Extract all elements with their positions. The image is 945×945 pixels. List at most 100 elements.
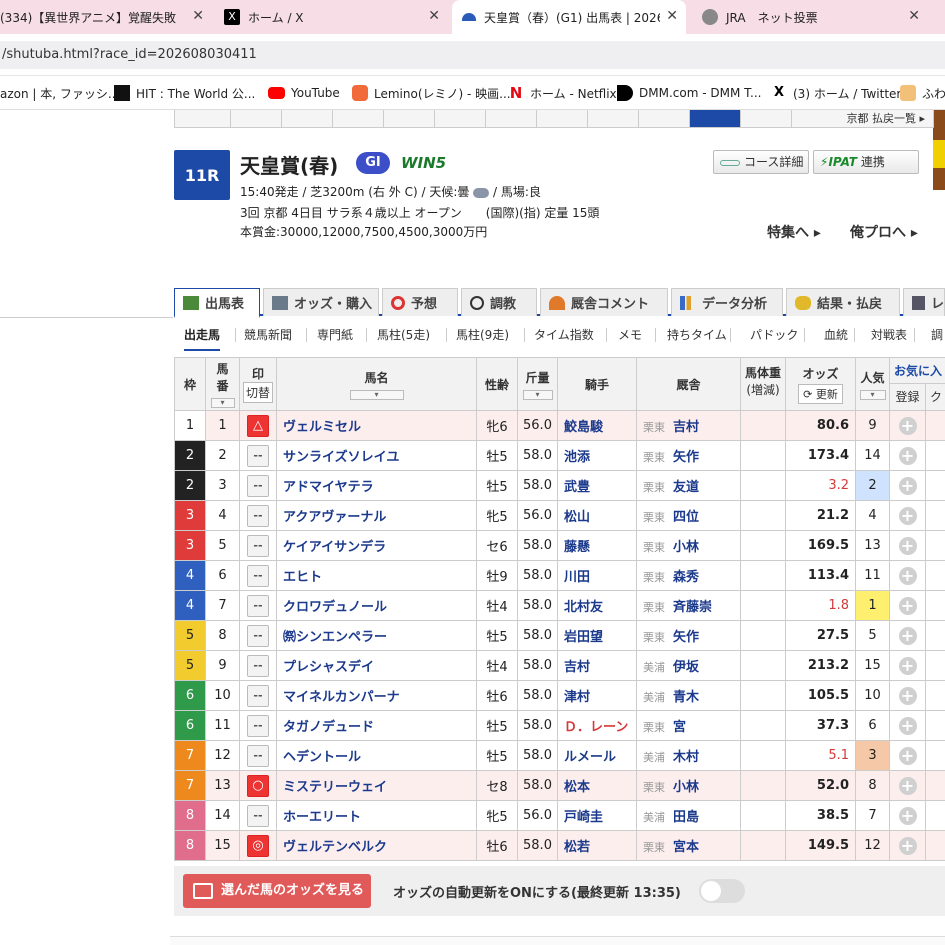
browser-tab-jra[interactable]: JRA ネット投票 ✕ <box>690 0 928 34</box>
browser-tab-netkeiba[interactable]: 天皇賞（春）(G1) 出馬表 | 2026 ✕ <box>452 0 686 34</box>
subtab-umabashira9[interactable]: 馬柱(9走) <box>456 326 509 343</box>
race-cell[interactable] <box>486 110 537 127</box>
trainer-link[interactable]: 伊坂 <box>673 660 699 675</box>
mark-button[interactable]: ◎ <box>247 834 269 857</box>
race-cell[interactable] <box>588 110 639 127</box>
horse-name-link[interactable]: プレシャスデイ <box>276 650 477 681</box>
trainer-link[interactable]: 田島 <box>673 810 699 825</box>
add-favorite-icon[interactable]: + <box>898 506 917 525</box>
horse-name-link[interactable]: アクアヴァーナル <box>276 500 477 531</box>
close-icon[interactable]: ✕ <box>192 8 204 24</box>
payout-list-link[interactable]: 京都 払戻一覧 ▸ <box>846 110 925 126</box>
jockey-link[interactable]: Ｄ．レーン <box>557 710 637 741</box>
race-cell[interactable] <box>333 110 384 127</box>
tab-result[interactable]: 結果・払戻 <box>786 288 900 316</box>
mark-button[interactable]: -- <box>247 714 269 737</box>
race-cell[interactable] <box>282 110 333 127</box>
trainer-link[interactable]: 木村 <box>673 750 699 765</box>
subtab-time-index[interactable]: タイム指数 <box>534 326 594 343</box>
jockey-link[interactable]: 藤懸 <box>557 530 637 561</box>
race-cell[interactable] <box>741 110 792 127</box>
add-favorite-icon[interactable]: + <box>898 446 917 465</box>
sort-chevron-icon[interactable]: ▾ <box>522 389 553 400</box>
selected-odds-button[interactable]: 選んだ馬のオッズを見る <box>183 874 371 908</box>
jockey-link[interactable]: 岩田望 <box>557 620 637 651</box>
subtab-shinbun[interactable]: 競馬新聞 <box>244 326 292 343</box>
bookmark-lemino[interactable]: Lemino(レミノ) - 映画... <box>352 84 511 102</box>
browser-tab-youtube[interactable]: (334)【異世界アニメ】覚醒失敗 ✕ <box>0 0 212 34</box>
odds-update-button[interactable]: ⟳ 更新 <box>798 383 843 404</box>
bookmark-netflix[interactable]: N ホーム - Netflix <box>508 84 617 102</box>
add-favorite-icon[interactable]: + <box>898 806 917 825</box>
address-input[interactable]: /shutuba.html?race_id=202608030411 <box>0 41 945 69</box>
subtab-umabashira5[interactable]: 馬柱(5走) <box>377 326 430 343</box>
mark-button[interactable]: -- <box>247 474 269 497</box>
jockey-link[interactable]: 川田 <box>557 560 637 591</box>
bookmark-dmm[interactable]: DMM.com - DMM T... <box>617 84 761 102</box>
mark-button[interactable]: △ <box>247 414 269 437</box>
trainer-link[interactable]: 矢作 <box>673 630 699 645</box>
mark-button[interactable]: -- <box>247 444 269 467</box>
mark-button[interactable]: -- <box>247 804 269 827</box>
jockey-link[interactable]: 鮫島駿 <box>557 410 637 441</box>
add-favorite-icon[interactable]: + <box>898 536 917 555</box>
jockey-link[interactable]: 戸崎圭 <box>557 800 637 831</box>
race-cell[interactable] <box>435 110 486 127</box>
trainer-link[interactable]: 宮本 <box>673 840 699 855</box>
tab-odds[interactable]: オッズ・購入 <box>263 288 379 316</box>
mark-button[interactable]: -- <box>247 534 269 557</box>
subtab-senmonshi[interactable]: 専門紙 <box>317 326 353 343</box>
feature-link[interactable]: 特集へ ▸ <box>767 222 821 242</box>
jockey-link[interactable]: 松本 <box>557 770 637 801</box>
add-favorite-icon[interactable]: + <box>898 686 917 705</box>
auto-update-toggle[interactable] <box>699 879 745 903</box>
mark-button[interactable]: -- <box>247 654 269 677</box>
add-favorite-icon[interactable]: + <box>898 716 917 735</box>
header-pop[interactable]: 人気 ▾ <box>855 357 890 411</box>
add-favorite-icon[interactable]: + <box>898 476 917 495</box>
race-cell[interactable] <box>231 110 282 127</box>
add-favorite-icon[interactable]: + <box>898 836 917 855</box>
jockey-link[interactable]: 吉村 <box>557 650 637 681</box>
mark-button[interactable]: ○ <box>247 774 269 797</box>
horse-name-link[interactable]: アドマイヤテラ <box>276 470 477 501</box>
mark-button[interactable]: -- <box>247 744 269 767</box>
jockey-link[interactable]: 池添 <box>557 440 637 471</box>
subtab-paddock[interactable]: パドック <box>750 326 798 343</box>
trainer-link[interactable]: 宮 <box>673 720 686 735</box>
bookmark-twitter[interactable]: X (3) ホーム / Twitter <box>771 84 901 102</box>
add-favorite-icon[interactable]: + <box>898 746 917 765</box>
mark-button[interactable]: -- <box>247 684 269 707</box>
subtab-pedigree[interactable]: 血統 <box>824 326 848 343</box>
mark-button[interactable]: -- <box>247 504 269 527</box>
trainer-link[interactable]: 小林 <box>673 540 699 555</box>
bookmark-youtube[interactable]: YouTube <box>268 84 340 102</box>
tab-shutuba[interactable]: 出馬表 <box>174 288 260 318</box>
mark-toggle-button[interactable]: 切替 <box>242 382 273 403</box>
close-icon[interactable]: ✕ <box>908 8 920 24</box>
race-cell-current[interactable] <box>690 110 741 127</box>
ipat-link-button[interactable]: ⚡IPAT 連携 <box>813 150 919 174</box>
header-kinryo[interactable]: 斤量 ▾ <box>517 357 558 411</box>
close-icon[interactable]: ✕ <box>666 8 678 24</box>
header-umaban[interactable]: 馬番 ▾ <box>205 357 240 411</box>
jockey-link[interactable]: ルメール <box>557 740 637 771</box>
race-cell[interactable] <box>384 110 435 127</box>
add-favorite-icon[interactable]: + <box>898 776 917 795</box>
horse-name-link[interactable]: エヒト <box>276 560 477 591</box>
trainer-link[interactable]: 吉村 <box>673 420 699 435</box>
jockey-link[interactable]: 松山 <box>557 500 637 531</box>
trainer-link[interactable]: 森秀 <box>673 570 699 585</box>
sort-chevron-icon[interactable]: ▾ <box>210 398 235 408</box>
trainer-link[interactable]: 友道 <box>673 480 699 495</box>
header-name[interactable]: 馬名 ▾ <box>276 357 477 411</box>
race-cell[interactable] <box>537 110 588 127</box>
horse-name-link[interactable]: ミステリーウェイ <box>276 770 477 801</box>
trainer-link[interactable]: 矢作 <box>673 450 699 465</box>
close-icon[interactable]: ✕ <box>428 8 440 24</box>
jockey-link[interactable]: 武豊 <box>557 470 637 501</box>
mark-button[interactable]: -- <box>247 594 269 617</box>
trainer-link[interactable]: 四位 <box>673 510 699 525</box>
jockey-link[interactable]: 北村友 <box>557 590 637 621</box>
tab-chokyo[interactable]: 調教 <box>461 288 537 316</box>
